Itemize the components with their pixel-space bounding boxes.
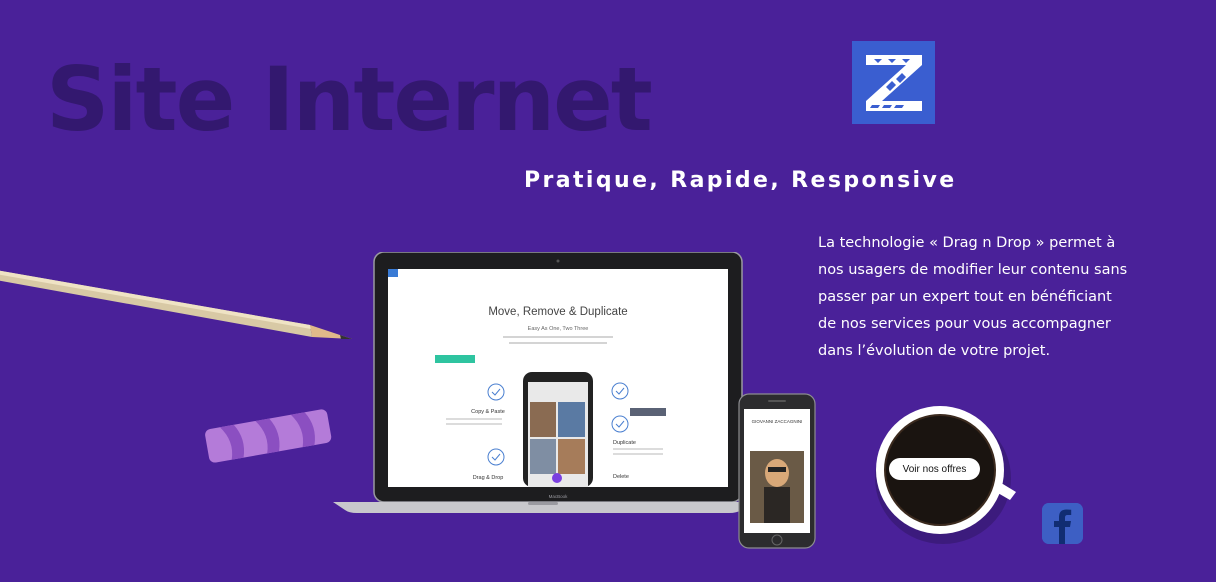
feature-duplicate: Duplicate: [613, 440, 636, 446]
laptop-mockup: Move, Remove & Duplicate Easy As One, Tw…: [333, 252, 753, 513]
phone-mockup: GIOVANNI ZACCAGNINI: [738, 393, 816, 549]
eraser-icon: [205, 409, 332, 463]
description-text: La technologie « Drag n Drop » permet à …: [818, 235, 1128, 359]
feature-copy-paste: Copy & Paste: [471, 409, 505, 415]
laptop-screen-heading: Move, Remove & Duplicate: [488, 306, 627, 318]
laptop-screen-subheading: Easy As One, Two Three: [528, 326, 589, 332]
page-title: Site Internet: [46, 48, 653, 151]
pencil-icon: [0, 270, 352, 339]
facebook-icon[interactable]: [1042, 503, 1083, 544]
feature-drag-drop: Drag & Drop: [473, 475, 504, 481]
feature-delete: Delete: [613, 474, 629, 480]
zebra-z-logo-icon[interactable]: [852, 41, 935, 124]
laptop-brand-label: MacBook: [549, 494, 569, 499]
view-offers-button[interactable]: Voir nos offres: [889, 458, 980, 480]
tagline: Pratique, Rapide, Responsive: [524, 168, 957, 193]
phone-brand-label: GIOVANNI ZACCAGNINI: [752, 419, 803, 424]
